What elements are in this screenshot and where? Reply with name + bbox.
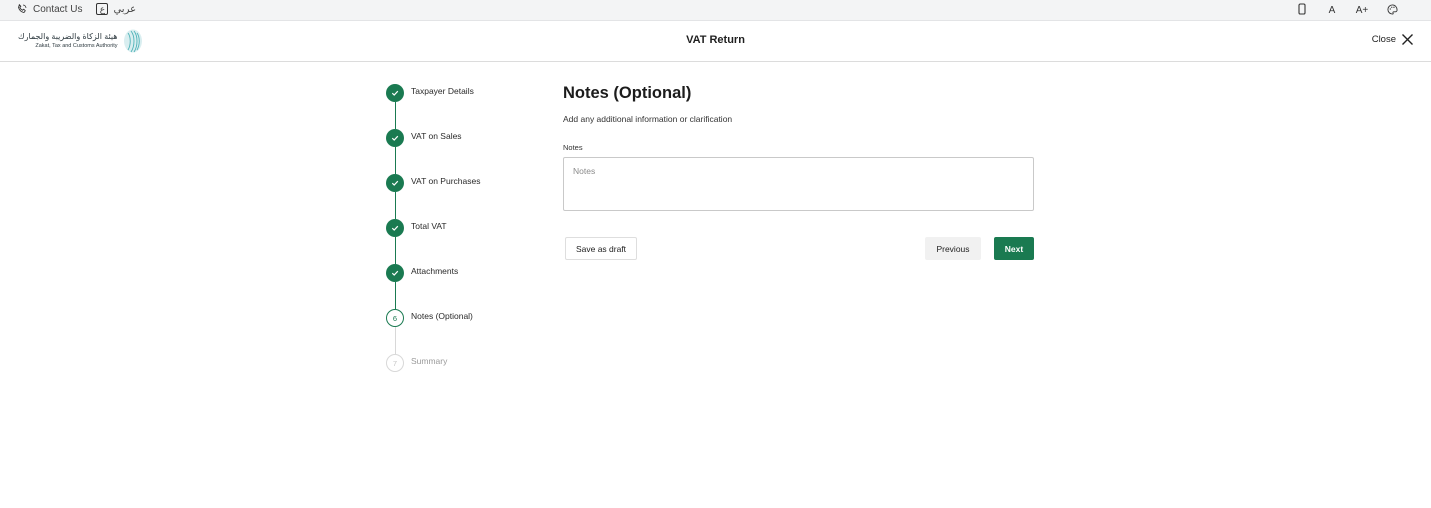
step-vat-on-purchases[interactable]: VAT on Purchases <box>386 174 546 192</box>
step-label: Summary <box>411 356 448 366</box>
check-icon <box>386 174 404 192</box>
stepper-connector <box>394 282 396 309</box>
stepper-connector <box>394 237 396 264</box>
notes-form: Notes (Optional) Add any additional info… <box>563 84 1034 216</box>
stepper-connector <box>394 147 396 174</box>
page-title: VAT Return <box>686 34 745 46</box>
previous-button[interactable]: Previous <box>925 237 981 260</box>
utility-bar: Contact Us ع عربي A A+ <box>0 0 1431 21</box>
palette-icon[interactable] <box>1377 3 1407 18</box>
stepper-connector <box>394 192 396 219</box>
close-button[interactable]: Close <box>1372 33 1414 46</box>
step-total-vat[interactable]: Total VAT <box>386 219 546 237</box>
form-actions: Save as draft Previous Next <box>563 237 1034 260</box>
close-label: Close <box>1371 34 1396 45</box>
close-icon <box>1402 34 1413 45</box>
next-button[interactable]: Next <box>994 237 1034 260</box>
mobile-view-icon[interactable] <box>1287 3 1317 18</box>
stepper-connector <box>394 102 396 129</box>
step-vat-on-sales[interactable]: VAT on Sales <box>386 129 546 147</box>
step-label: Total VAT <box>411 221 447 231</box>
form-subtitle: Add any additional information or clarif… <box>563 114 733 124</box>
contact-us-link[interactable]: Contact Us <box>16 3 82 15</box>
save-as-draft-button[interactable]: Save as draft <box>565 237 637 260</box>
check-icon <box>386 219 404 237</box>
notes-field-label: Notes <box>563 143 583 152</box>
step-label: Taxpayer Details <box>411 86 474 96</box>
step-notes-optional[interactable]: 6 Notes (Optional) <box>386 309 546 327</box>
language-toggle[interactable]: ع عربي <box>96 3 136 15</box>
check-icon <box>386 264 404 282</box>
step-number: 7 <box>386 354 404 372</box>
stepper-connector <box>394 327 396 354</box>
form-title: Notes (Optional) <box>563 84 692 102</box>
step-summary: 7 Summary <box>386 354 546 372</box>
language-label: عربي <box>113 3 137 15</box>
phone-icon <box>18 3 27 13</box>
check-icon <box>386 129 404 147</box>
step-taxpayer-details[interactable]: Taxpayer Details <box>386 84 546 102</box>
step-number: 6 <box>386 309 404 327</box>
font-increase-button[interactable]: A+ <box>1347 5 1377 16</box>
check-icon <box>386 84 404 102</box>
font-increase-label: A+ <box>1355 5 1369 16</box>
language-icon: ع <box>96 3 109 15</box>
step-attachments[interactable]: Attachments <box>386 264 546 282</box>
step-label: Attachments <box>411 266 459 276</box>
step-label: VAT on Purchases <box>411 176 481 186</box>
contact-us-label: Contact Us <box>33 3 83 15</box>
step-label: VAT on Sales <box>411 131 462 141</box>
notes-textarea[interactable] <box>563 157 1034 211</box>
font-decrease-label: A <box>1328 5 1336 16</box>
font-decrease-button[interactable]: A <box>1317 5 1347 16</box>
app-header: هيئة الزكاة والضريبة والجمارك Zakat, Tax… <box>0 21 1431 62</box>
step-label: Notes (Optional) <box>411 311 473 321</box>
